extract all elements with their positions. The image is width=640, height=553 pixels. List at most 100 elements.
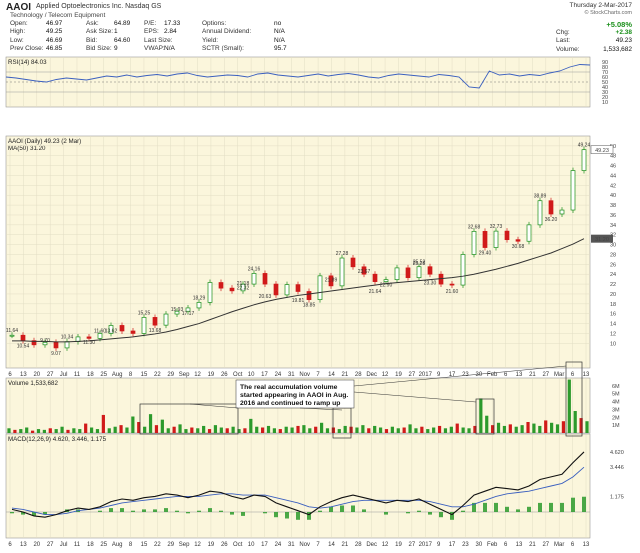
volume-bar	[325, 428, 330, 433]
volume-bar	[7, 428, 11, 433]
macd-date-tick: 13	[516, 542, 523, 548]
price-candle	[559, 209, 565, 215]
ma-last-value: 31.20	[595, 237, 609, 243]
price-candle	[163, 313, 169, 326]
price-y-tick: 42	[610, 183, 616, 189]
volume-bar	[290, 427, 294, 433]
price-date-tick: 7	[316, 372, 320, 378]
price-date-tick: 8	[129, 372, 133, 378]
annotation-text: 2016 and continued to ramp up	[240, 400, 340, 407]
volume-bar	[207, 429, 212, 433]
volume-bar	[532, 423, 536, 433]
price-data-label: 24.16	[248, 266, 261, 272]
macd-date-tick: 21	[529, 542, 536, 548]
price-candle	[416, 266, 422, 279]
macd-date-tick: 26	[221, 542, 228, 548]
price-data-label: 49.24	[578, 143, 591, 149]
volume-bar	[373, 425, 377, 433]
volume-bar	[331, 427, 335, 433]
volume-y-tick: 2M	[612, 415, 620, 421]
macd-date-tick: 6	[571, 542, 575, 548]
volume-bar	[355, 427, 359, 433]
price-data-label: 36.20	[545, 217, 558, 223]
price-date-tick: 31	[288, 372, 295, 378]
macd-date-tick: 13	[583, 542, 590, 548]
volume-bar	[60, 426, 64, 433]
price-candle	[581, 149, 587, 171]
price-y-tick: 38	[610, 203, 616, 209]
volume-bar	[485, 415, 489, 433]
macd-histogram-bar	[109, 508, 113, 512]
macd-y-tick: 1.175	[610, 495, 624, 501]
price-date-tick: 12	[194, 372, 201, 378]
volume-bar	[461, 427, 465, 433]
volume-bar	[449, 426, 453, 433]
macd-histogram-bar	[417, 510, 421, 512]
price-date-tick: 24	[275, 372, 282, 378]
stock-chart: 6 6 13 13 20 20 27 27 Jul Jul 11 11 18 18 25 25 Aug Aug 8 8…	[5, 56, 624, 548]
volume-bar	[585, 421, 589, 433]
price-candle	[229, 287, 235, 292]
volume-bar	[213, 425, 218, 433]
volume-bar	[54, 429, 58, 433]
volume-bar	[30, 430, 35, 433]
price-date-tick: 14	[328, 372, 335, 378]
macd-histogram-bar	[186, 512, 190, 514]
price-data-label: 18.29	[193, 295, 206, 301]
macd-date-tick: 6	[504, 542, 508, 548]
price-candle	[471, 231, 477, 255]
macd-histogram-bar	[296, 512, 300, 520]
price-candle	[306, 291, 312, 300]
volume-bar	[19, 429, 23, 433]
volume-bar	[479, 398, 483, 433]
price-y-tick: 20	[610, 292, 616, 298]
volume-bar	[261, 427, 265, 433]
macd-date-tick: Dec	[366, 542, 377, 548]
macd-histogram-bar	[505, 506, 509, 512]
volume-bar	[255, 426, 259, 433]
price-data-label: 29.40	[479, 251, 492, 257]
volume-y-tick: 1M	[612, 423, 620, 429]
price-date-tick: Jul	[60, 372, 68, 378]
macd-histogram-bar	[175, 510, 179, 512]
macd-date-tick: 27	[47, 542, 54, 548]
macd-date-tick: 11	[74, 542, 81, 548]
volume-bar	[36, 429, 41, 433]
price-date-tick: 25	[100, 372, 107, 378]
volume-bar	[567, 379, 571, 433]
volume-bar	[184, 429, 188, 433]
volume-bar	[272, 428, 277, 433]
annotation-text: The real accumulation volume	[240, 384, 338, 391]
price-candle	[515, 239, 521, 242]
price-date-tick: 12	[382, 372, 389, 378]
volume-bar	[84, 423, 88, 433]
price-date-tick: 18	[87, 372, 94, 378]
volume-y-tick: 3M	[612, 407, 620, 413]
price-candle	[548, 200, 554, 215]
price-candle	[493, 230, 499, 248]
price-data-label: 23.67	[358, 269, 371, 275]
volume-bar	[266, 425, 271, 433]
price-date-tick: Mar	[554, 372, 564, 378]
volume-y-tick: 4M	[612, 400, 620, 406]
volume-bar	[367, 428, 371, 433]
price-data-label: 13.68	[149, 328, 162, 334]
price-data-label: 11.64	[6, 328, 18, 334]
volume-bar	[408, 424, 412, 433]
price-date-tick: 10	[248, 372, 255, 378]
macd-histogram-bar	[153, 509, 157, 512]
macd-histogram-bar	[285, 512, 289, 519]
volume-bar	[550, 422, 554, 433]
price-date-tick: 20	[33, 372, 40, 378]
price-data-label: 9.07	[51, 351, 61, 357]
price-date-tick: 22	[154, 372, 161, 378]
price-data-label: 30.68	[512, 244, 525, 250]
volume-bar	[555, 424, 560, 433]
volume-bar	[154, 425, 159, 433]
volume-bar	[384, 429, 389, 433]
price-data-label: 21.18	[237, 281, 250, 287]
price-date-tick: Sep	[179, 372, 190, 378]
macd-date-tick: Mar	[554, 542, 564, 548]
price-y-tick: 10	[610, 341, 616, 347]
macd-date-tick: 21	[342, 542, 349, 548]
